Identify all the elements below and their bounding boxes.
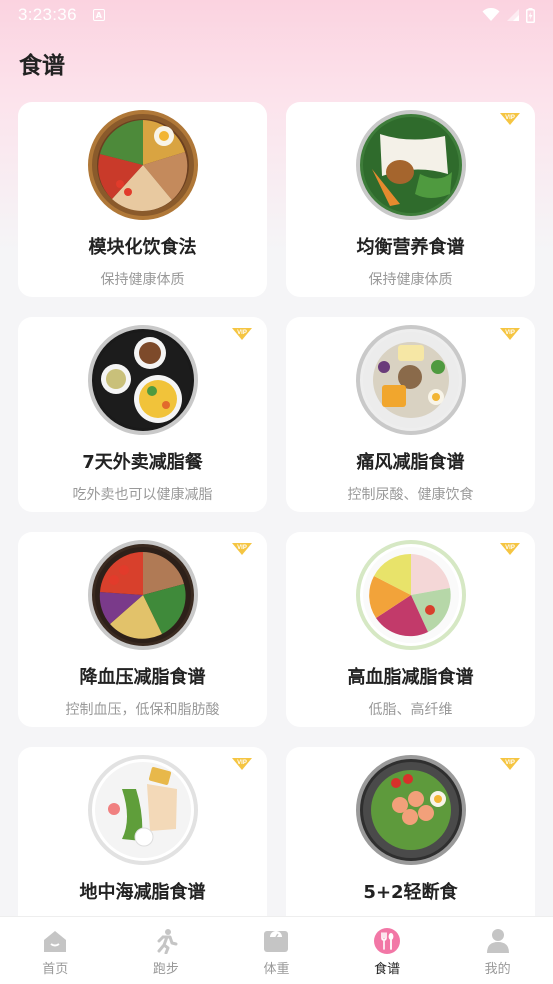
vip-badge-icon: VIP (500, 328, 520, 340)
vip-badge-icon: VIP (232, 328, 252, 340)
svg-text:VIP: VIP (505, 115, 515, 121)
nav-recipes[interactable]: 食谱 (332, 917, 443, 984)
nav-weight[interactable]: 体重 (221, 917, 332, 984)
recipe-subtitle: 保持健康体质 (368, 272, 453, 288)
dish-image (87, 755, 198, 865)
recipe-card[interactable]: VIP 均衡营养食谱 保持健康体质 (286, 102, 535, 297)
runner-icon (157, 929, 178, 954)
recipe-card[interactable]: VIP 5+2轻断食 (286, 747, 535, 942)
dish-image (355, 540, 466, 650)
recipe-subtitle: 控制尿酸、健康饮食 (347, 487, 474, 503)
recipe-grid: 模块化饮食法 保持健康体质 VIP 均衡营养食谱 保持健康体质 VIP 7天外卖… (18, 102, 535, 942)
nav-running[interactable]: 跑步 (111, 917, 222, 984)
recipe-title: 模块化饮食法 (88, 237, 197, 258)
page-title: 食谱 (19, 53, 65, 79)
fork-spoon-icon (374, 928, 401, 954)
status-time: 3:23:36 (18, 5, 77, 24)
notification-a-icon: A (92, 9, 105, 21)
svg-text:VIP: VIP (505, 760, 515, 766)
nav-profile[interactable]: 我的 (442, 917, 553, 984)
home-icon (44, 931, 67, 952)
nav-label: 食谱 (374, 962, 401, 977)
wifi-icon (482, 8, 500, 21)
vip-badge-icon: VIP (232, 543, 252, 555)
signal-icon (507, 9, 519, 21)
svg-text:VIP: VIP (505, 545, 515, 551)
nav-home[interactable]: 首页 (0, 917, 111, 984)
recipe-title: 高血脂减脂食谱 (347, 667, 474, 688)
battery-icon (526, 7, 535, 23)
nav-label: 体重 (263, 962, 290, 977)
bottom-nav: 首页 跑步 体重 食谱 我的 (0, 916, 553, 984)
recipe-title: 均衡营养食谱 (356, 237, 465, 258)
recipe-title: 降血压减脂食谱 (79, 667, 206, 688)
recipe-card[interactable]: VIP 高血脂减脂食谱 低脂、高纤维 (286, 532, 535, 727)
dish-image (87, 540, 198, 650)
dish-image (355, 325, 466, 435)
scale-icon (264, 931, 289, 952)
recipe-title: 7天外卖减脂餐 (82, 452, 203, 473)
person-icon (486, 929, 509, 953)
dish-image (355, 755, 466, 865)
status-icons (482, 7, 535, 23)
svg-text:VIP: VIP (237, 545, 247, 551)
recipe-subtitle: 保持健康体质 (100, 272, 185, 288)
recipe-card[interactable]: VIP 7天外卖减脂餐 吃外卖也可以健康减脂 (18, 317, 267, 512)
dish-image (355, 110, 466, 220)
vip-badge-icon: VIP (232, 758, 252, 770)
recipe-subtitle: 吃外卖也可以健康减脂 (72, 487, 213, 503)
recipe-title: 地中海减脂食谱 (79, 882, 206, 903)
vip-badge-icon: VIP (500, 758, 520, 770)
dish-image (87, 110, 198, 220)
svg-text:VIP: VIP (237, 760, 247, 766)
vip-badge-icon: VIP (500, 543, 520, 555)
svg-text:VIP: VIP (505, 330, 515, 336)
nav-label: 首页 (42, 962, 69, 977)
nav-label: 跑步 (152, 962, 179, 977)
svg-text:VIP: VIP (237, 330, 247, 336)
recipe-card[interactable]: 模块化饮食法 保持健康体质 (18, 102, 267, 297)
vip-badge-icon: VIP (500, 113, 520, 125)
recipe-subtitle: 低脂、高纤维 (368, 702, 453, 718)
recipe-card[interactable]: VIP 降血压减脂食谱 控制血压，低保和脂肪酸 (18, 532, 267, 727)
recipe-title: 5+2轻断食 (363, 882, 458, 903)
nav-label: 我的 (484, 962, 511, 977)
recipe-subtitle: 控制血压，低保和脂肪酸 (65, 702, 220, 718)
recipe-card[interactable]: VIP 地中海减脂食谱 (18, 747, 267, 942)
dish-image (87, 325, 198, 435)
recipe-card[interactable]: VIP 痛风减脂食谱 控制尿酸、健康饮食 (286, 317, 535, 512)
status-bar: 3:23:36 A (0, 0, 553, 30)
recipe-title: 痛风减脂食谱 (356, 452, 465, 473)
